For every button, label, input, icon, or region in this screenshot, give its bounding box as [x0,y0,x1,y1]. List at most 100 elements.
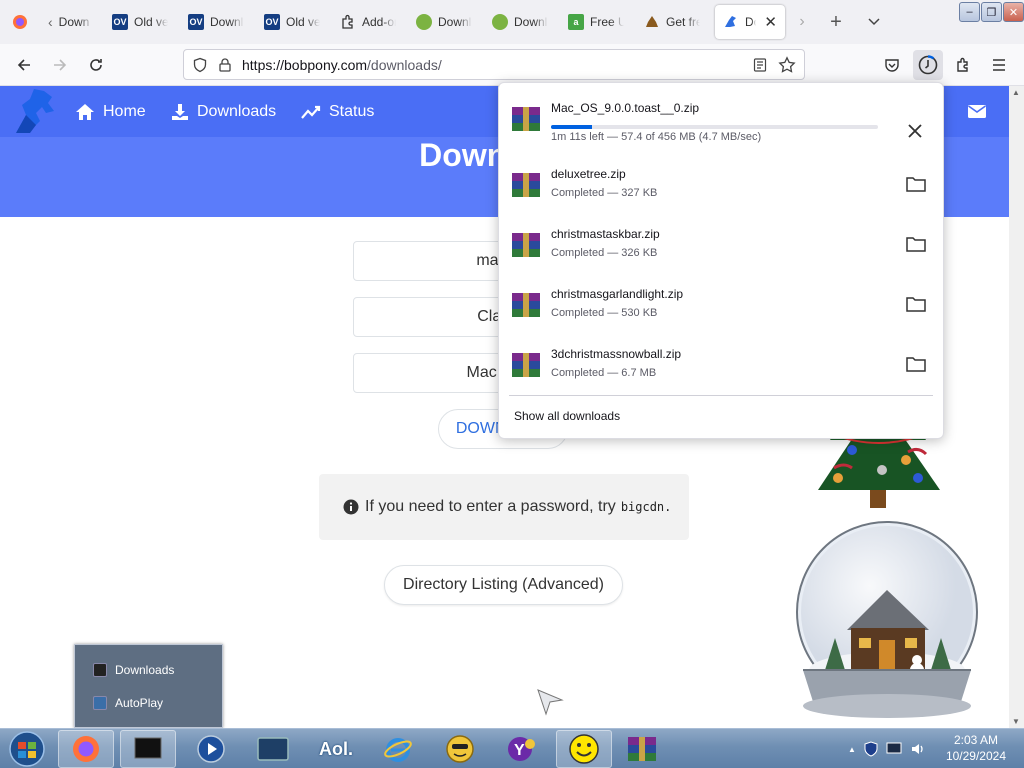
taskbar-smiley-app[interactable] [556,730,612,768]
nav-status-label: Status [329,102,375,120]
new-tab-plus-icon[interactable]: + [822,8,850,36]
tab-0[interactable]: ‹ Down [40,5,104,39]
download-item[interactable]: deluxetree.zip Completed — 327 KB [499,157,943,215]
pony-icon [723,14,739,30]
download-item-active[interactable]: Mac_OS_9.0.0.toast__0.zip 1m 11s left — … [499,91,943,155]
taskbar-firefox[interactable] [58,730,114,768]
autoplay-icon [93,696,107,710]
bookmark-star-icon[interactable] [778,56,796,74]
mail-icon[interactable] [967,103,987,119]
ov-icon: OV [264,14,280,30]
messenger-smiley-icon [445,734,475,764]
frog-icon [492,14,508,30]
nav-status[interactable]: Status [301,86,374,137]
navigation-toolbar: https://bobpony.com/downloads/ [0,44,1024,86]
tab-firefox-menu[interactable] [0,5,40,39]
address-bar[interactable]: https://bobpony.com/downloads/ [183,49,805,80]
download-item[interactable]: christmastaskbar.zip Completed — 326 KB [499,217,943,275]
taskbar-internet-explorer[interactable] [370,730,426,768]
tab-3[interactable]: OV Old versions [256,5,332,39]
maximize-icon[interactable]: ❐ [981,2,1002,22]
jumplist-downloads[interactable]: Downloads [93,663,174,677]
window-controls: – ❐ ✕ [959,2,1024,22]
poop-icon [644,14,660,30]
taskbar-yahoo-messenger[interactable]: Y [494,730,550,768]
taskbar-display-app[interactable] [120,730,176,768]
network-icon[interactable] [886,742,902,756]
tab-4[interactable]: Add-ons [332,5,408,39]
screen-icon [256,736,290,762]
download-item[interactable]: christmasgarlandlight.zip Completed — 53… [499,277,943,335]
url-text[interactable]: https://bobpony.com/downloads/ [242,57,442,73]
ov-icon: OV [188,14,204,30]
tab-8[interactable]: Get free [636,5,712,39]
taskbar-aol[interactable]: Aol. [308,730,364,768]
nav-downloads[interactable]: Downloads [171,86,276,137]
reader-view-icon[interactable] [752,57,768,73]
page-scrollbar[interactable]: ▲ ▼ [1009,86,1024,728]
volume-icon[interactable] [910,742,926,756]
download-progress-bar [551,125,878,129]
download-item[interactable]: 3dchristmassnowball.zip Completed — 6.7 … [499,337,943,395]
taskbar-monitor-app[interactable] [245,730,301,768]
tab-5[interactable]: Downloads [408,5,484,39]
download-progress-fill [551,125,593,129]
jumplist-autoplay-label: AutoPlay [115,696,164,710]
lock-icon[interactable] [218,57,232,73]
start-button[interactable] [2,730,52,768]
snow-globe-decoration [789,520,985,725]
taskbar-winrar[interactable] [614,730,670,768]
site-logo-pony-icon[interactable] [12,87,64,137]
tab-2[interactable]: OV Downloads [180,5,256,39]
open-folder-icon[interactable] [905,175,927,193]
taskbar-clock[interactable]: 2:03 AM 10/29/2024 [946,732,1006,764]
scroll-down-icon[interactable]: ▼ [1012,717,1020,726]
show-all-downloads-link[interactable]: Show all downloads [514,409,620,423]
shield-icon[interactable] [192,57,208,73]
chevron-left-icon[interactable]: ‹ [48,14,53,30]
panel-divider [509,395,933,396]
taskbar-media-player[interactable] [183,730,239,768]
nav-home-label: Home [103,102,146,120]
tab-1[interactable]: OV Old versions [104,5,180,39]
scroll-up-icon[interactable]: ▲ [1012,88,1020,97]
show-hidden-icons-icon[interactable]: ▲ [848,745,856,754]
taskbar-messenger[interactable] [432,730,488,768]
frog-icon [416,14,432,30]
nav-home[interactable]: Home [75,86,146,137]
downloads-panel: Mac_OS_9.0.0.toast__0.zip 1m 11s left — … [498,82,944,439]
downloads-progress-icon[interactable] [913,50,943,80]
tab-6[interactable]: Downloads [484,5,560,39]
pocket-icon[interactable] [878,51,906,79]
back-arrow-icon[interactable] [10,51,38,79]
minimize-icon[interactable]: – [959,2,980,22]
list-tabs-chevron-icon[interactable] [860,8,888,36]
download-filename: deluxetree.zip [551,167,626,181]
close-tab-icon[interactable]: ✕ [764,13,777,31]
security-shield-icon[interactable] [864,741,878,757]
tab-title: Free Up [590,15,624,29]
jumplist-autoplay[interactable]: AutoPlay [93,696,163,710]
cancel-download-icon[interactable] [903,119,927,143]
letter-a-icon: a [568,14,584,30]
tab-title: Old versions [286,15,320,29]
extensions-puzzle-icon[interactable] [950,51,978,79]
aol-icon: Aol. [319,738,353,759]
download-filename: christmasgarlandlight.zip [551,287,684,301]
close-window-icon[interactable]: ✕ [1003,2,1024,22]
directory-listing-button[interactable]: Directory Listing (Advanced) [384,565,623,605]
download-filename: Mac_OS_9.0.0.toast__0.zip [551,101,700,115]
reload-icon[interactable] [82,51,110,79]
forward-arrow-icon[interactable] [46,51,74,79]
open-folder-icon[interactable] [905,235,927,253]
open-folder-icon[interactable] [905,355,927,373]
tab-9-active[interactable]: Downloads ✕ [715,5,785,39]
hamburger-menu-icon[interactable] [985,51,1013,79]
open-folder-icon[interactable] [905,295,927,313]
smiley-face-icon [568,733,600,765]
chart-line-icon [301,104,321,120]
mouse-cursor-icon [536,688,564,716]
winrar-archive-icon [510,351,542,379]
chevron-right-icon[interactable]: › [788,8,816,36]
tab-7[interactable]: a Free Up [560,5,636,39]
